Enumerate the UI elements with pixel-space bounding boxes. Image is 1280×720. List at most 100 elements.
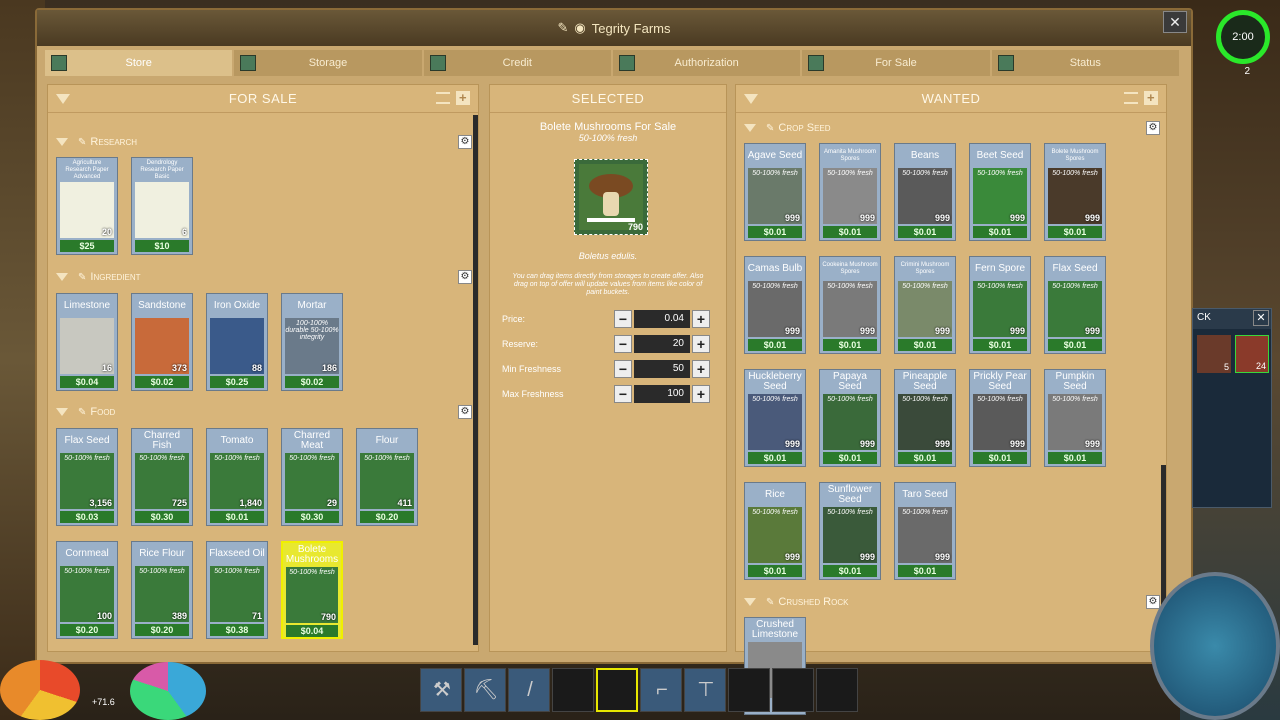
item-card[interactable]: Cookeina Mushroom Spores 50-100% fresh 999… xyxy=(819,256,881,354)
tab-status[interactable]: Status xyxy=(991,50,1181,76)
gear-icon[interactable]: ⚙ xyxy=(1146,595,1160,609)
pencil-icon[interactable]: ✎ xyxy=(766,123,774,134)
hotbar-slot-pickaxe[interactable]: ⛏ xyxy=(464,668,506,712)
item-card[interactable]: Agriculture Research Paper Advanced 20 $25 xyxy=(56,157,118,255)
item-card[interactable]: Taro Seed 50-100% fresh 999 $0.01 xyxy=(894,482,956,580)
gear-icon[interactable]: ⚙ xyxy=(458,405,472,419)
hotbar-slot-selected[interactable] xyxy=(596,668,638,712)
item-price: $0.01 xyxy=(748,226,802,238)
chevron-down-icon[interactable] xyxy=(744,94,758,104)
tab-authorization[interactable]: Authorization xyxy=(612,50,803,76)
close-icon[interactable]: ✕ xyxy=(1253,310,1269,326)
chevron-down-icon[interactable] xyxy=(744,124,756,132)
item-card[interactable]: Camas Bulb 50-100% fresh 999 $0.01 xyxy=(744,256,806,354)
item-card[interactable]: Dendrology Research Paper Basic 6 $10 xyxy=(131,157,193,255)
item-card[interactable]: Flax Seed 50-100% fresh 999 $0.01 xyxy=(1044,256,1106,354)
item-card[interactable]: Bolete Mushroom Spores 50-100% fresh 999 $0… xyxy=(1044,143,1106,241)
gear-icon[interactable]: ⚙ xyxy=(458,135,472,149)
pencil-icon[interactable]: ✎ xyxy=(78,137,86,148)
decrement-button[interactable]: − xyxy=(614,385,632,403)
item-card[interactable]: Flaxseed Oil 50-100% fresh 71 $0.38 xyxy=(206,541,268,639)
hotbar-slot-empty[interactable] xyxy=(772,668,814,712)
tab-store[interactable]: Store xyxy=(45,50,235,76)
item-card[interactable]: Beans 50-100% fresh 999 $0.01 xyxy=(894,143,956,241)
decrement-button[interactable]: − xyxy=(614,335,632,353)
field-value-input[interactable]: 0.04 xyxy=(634,310,690,328)
hotbar-slot-empty[interactable] xyxy=(816,668,858,712)
item-card[interactable]: Charred Meat 50-100% fresh 29 $0.30 xyxy=(281,428,343,526)
item-card[interactable]: Flour 50-100% fresh 411 $0.20 xyxy=(356,428,418,526)
chevron-down-icon[interactable] xyxy=(744,598,756,606)
hotbar-slot-hammer[interactable]: ⚒ xyxy=(420,668,462,712)
category-header[interactable]: ✎ Food xyxy=(56,403,115,421)
list-icon[interactable] xyxy=(1124,92,1138,104)
category-header[interactable]: ✎ Ingredient xyxy=(56,268,141,286)
tab-storage[interactable]: Storage xyxy=(234,50,424,76)
add-wanted-button[interactable]: + xyxy=(1144,91,1158,105)
field-value-input[interactable]: 100 xyxy=(634,385,690,403)
hotbar-slot-shovel[interactable]: ⌐ xyxy=(640,668,682,712)
tab-credit[interactable]: Credit xyxy=(423,50,613,76)
field-value-input[interactable]: 20 xyxy=(634,335,690,353)
item-card[interactable]: Flax Seed 50-100% fresh 3,156 $0.03 xyxy=(56,428,118,526)
item-card[interactable]: Iron Oxide 88 $0.25 xyxy=(206,293,268,391)
item-card[interactable]: Sandstone 373 $0.02 xyxy=(131,293,193,391)
storage-slot[interactable]: 5 xyxy=(1197,335,1231,373)
hotbar-slot-empty[interactable] xyxy=(728,668,770,712)
storage-slot[interactable]: 24 xyxy=(1235,335,1269,373)
item-card[interactable]: Limestone 16 $0.04 xyxy=(56,293,118,391)
item-card[interactable]: Papaya Seed 50-100% fresh 999 $0.01 xyxy=(819,369,881,467)
item-image: 50-100% fresh 999 xyxy=(823,281,877,337)
item-card[interactable]: Amanita Mushroom Spores 50-100% fresh 999 $… xyxy=(819,143,881,241)
tab-for-sale[interactable]: For Sale xyxy=(802,50,992,76)
list-icon[interactable] xyxy=(436,92,450,104)
pencil-icon[interactable]: ✎ xyxy=(766,597,774,608)
item-card[interactable]: Fern Spore 50-100% fresh 999 $0.01 xyxy=(969,256,1031,354)
increment-button[interactable]: + xyxy=(692,360,710,378)
item-card[interactable]: Pumpkin Seed 50-100% fresh 999 $0.01 xyxy=(1044,369,1106,467)
item-card[interactable]: Charred Fish 50-100% fresh 725 $0.30 xyxy=(131,428,193,526)
nutrition-wheel[interactable] xyxy=(0,660,80,720)
chevron-down-icon[interactable] xyxy=(56,138,68,146)
selected-item-image[interactable]: 790 xyxy=(574,159,648,235)
item-card[interactable]: Beet Seed 50-100% fresh 999 $0.01 xyxy=(969,143,1031,241)
item-card[interactable]: Rice Flour 50-100% fresh 389 $0.20 xyxy=(131,541,193,639)
item-card[interactable]: Tomato 50-100% fresh 1,840 $0.01 xyxy=(206,428,268,526)
calorie-wheel[interactable] xyxy=(130,662,206,720)
for-sale-scrollbar[interactable] xyxy=(473,115,478,645)
item-card[interactable]: Bolete Mushrooms 50-100% fresh 790 $0.04 xyxy=(281,541,343,639)
hotbar-slot-sickle[interactable]: / xyxy=(508,668,550,712)
item-name: Pineapple Seed xyxy=(902,371,948,392)
category-header[interactable]: ✎ Crushed Rock xyxy=(744,593,848,611)
item-card[interactable]: Rice 50-100% fresh 999 $0.01 xyxy=(744,482,806,580)
pencil-icon[interactable]: ✎ xyxy=(78,407,86,418)
gear-icon[interactable]: ⚙ xyxy=(1146,121,1160,135)
field-value-input[interactable]: 50 xyxy=(634,360,690,378)
item-card[interactable]: Sunflower Seed 50-100% fresh 999 $0.01 xyxy=(819,482,881,580)
chevron-down-icon[interactable] xyxy=(56,408,68,416)
category-header[interactable]: ✎ Research xyxy=(56,133,137,151)
category-header[interactable]: ✎ Crop Seed xyxy=(744,119,831,137)
pencil-icon[interactable]: ✎ xyxy=(558,20,569,36)
decrement-button[interactable]: − xyxy=(614,310,632,328)
item-card[interactable]: Agave Seed 50-100% fresh 999 $0.01 xyxy=(744,143,806,241)
minimap[interactable] xyxy=(1150,572,1280,720)
item-card[interactable]: Mortar 100-100% durable 50-100% integrity… xyxy=(281,293,343,391)
close-button[interactable]: ✕ xyxy=(1163,11,1187,33)
increment-button[interactable]: + xyxy=(692,310,710,328)
hotbar-slot-empty[interactable] xyxy=(552,668,594,712)
pencil-icon[interactable]: ✎ xyxy=(78,272,86,283)
gear-icon[interactable]: ⚙ xyxy=(458,270,472,284)
item-card[interactable]: Huckleberry Seed 50-100% fresh 999 $0.01 xyxy=(744,369,806,467)
chevron-down-icon[interactable] xyxy=(56,273,68,281)
item-card[interactable]: Prickly Pear Seed 50-100% fresh 999 $0.01 xyxy=(969,369,1031,467)
chevron-down-icon[interactable] xyxy=(56,94,70,104)
item-card[interactable]: Pineapple Seed 50-100% fresh 999 $0.01 xyxy=(894,369,956,467)
item-card[interactable]: Crimini Mushroom Spores 50-100% fresh 999 $… xyxy=(894,256,956,354)
hotbar-slot-hoe[interactable]: ⊤ xyxy=(684,668,726,712)
decrement-button[interactable]: − xyxy=(614,360,632,378)
increment-button[interactable]: + xyxy=(692,335,710,353)
add-offer-button[interactable]: + xyxy=(456,91,470,105)
increment-button[interactable]: + xyxy=(692,385,710,403)
item-card[interactable]: Cornmeal 50-100% fresh 100 $0.20 xyxy=(56,541,118,639)
